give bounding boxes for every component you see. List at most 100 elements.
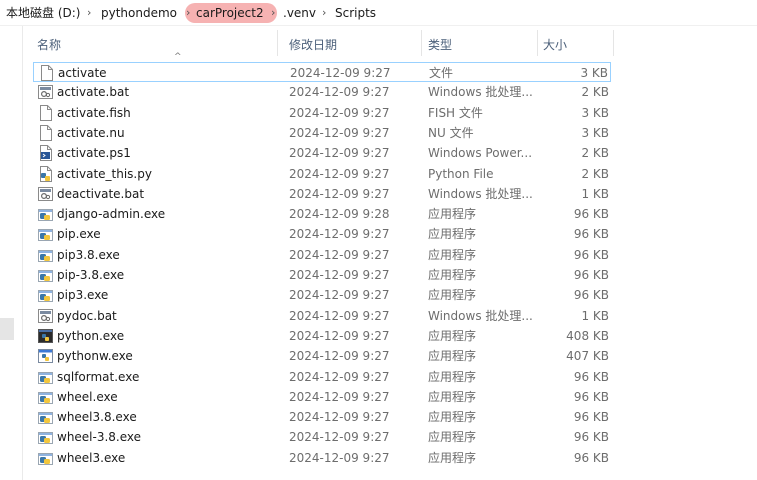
breadcrumb-separator-icon[interactable]: › — [271, 5, 275, 21]
file-row[interactable]: activate.ps1 2024-12-09 9:27 Windows Power… — [33, 143, 611, 163]
file-size: 96 KB — [573, 389, 609, 404]
file-type: 应用程序 — [428, 430, 477, 445]
python-exe-icon — [38, 247, 53, 263]
file-date: 2024-12-09 9:27 — [289, 247, 390, 262]
file-row[interactable]: activate.fish 2024-12-09 9:27 FISH 文件 3 KB — [33, 103, 611, 123]
file-type: 应用程序 — [428, 328, 477, 343]
breadcrumb-separator-icon[interactable]: › — [186, 5, 190, 21]
breadcrumb-item-drive[interactable]: 本地磁盘 (D:) — [6, 5, 80, 21]
file-type: 应用程序 — [428, 288, 477, 303]
breadcrumb-item-carproject2[interactable]: carProject2 — [196, 5, 264, 21]
column-date[interactable]: 修改日期 — [289, 37, 337, 53]
file-type: 应用程序 — [428, 227, 477, 242]
file-name: pip3.8.exe — [57, 247, 120, 262]
file-row[interactable]: django-admin.exe 2024-12-09 9:28 应用程序 96 KB — [33, 204, 611, 224]
column-divider[interactable] — [277, 30, 278, 56]
breadcrumb-item-scripts[interactable]: Scripts — [335, 5, 376, 21]
file-row[interactable]: pip3.8.exe 2024-12-09 9:27 应用程序 96 KB — [33, 245, 611, 265]
file-size: 3 KB — [581, 125, 609, 140]
file-date: 2024-12-09 9:27 — [289, 389, 390, 404]
batch-file-icon — [38, 308, 53, 324]
blank-file-icon — [38, 124, 53, 141]
file-date: 2024-12-09 9:27 — [289, 308, 390, 323]
file-row[interactable]: activate.nu 2024-12-09 9:27 NU 文件 3 KB — [33, 123, 611, 143]
file-row[interactable]: pip3.exe 2024-12-09 9:27 应用程序 96 KB — [33, 285, 611, 305]
file-date: 2024-12-09 9:27 — [289, 349, 390, 364]
file-row[interactable]: pip.exe 2024-12-09 9:27 应用程序 96 KB — [33, 224, 611, 244]
file-row[interactable]: wheel3.exe 2024-12-09 9:27 应用程序 96 KB — [33, 448, 611, 468]
file-date: 2024-12-09 9:27 — [289, 105, 390, 120]
address-bar[interactable]: 本地磁盘 (D:) › pythondemo › carProject2 › .… — [0, 0, 757, 26]
column-divider[interactable] — [537, 30, 538, 56]
file-name: pydoc.bat — [57, 308, 117, 323]
file-row[interactable]: python.exe 2024-12-09 9:27 应用程序 408 KB — [33, 326, 611, 346]
file-type: 文件 — [429, 66, 454, 80]
file-name: pip.exe — [57, 227, 101, 242]
file-size: 96 KB — [573, 288, 609, 303]
file-name: wheel3.8.exe — [57, 410, 137, 425]
column-size[interactable]: 大小 — [543, 37, 567, 53]
file-date: 2024-12-09 9:27 — [289, 450, 390, 465]
python-file-icon — [38, 165, 53, 182]
file-date: 2024-12-09 9:27 — [289, 369, 390, 384]
file-type: 应用程序 — [428, 450, 477, 465]
blank-file-icon — [38, 104, 53, 121]
file-date: 2024-12-09 9:27 — [289, 328, 390, 343]
file-row[interactable]: activate 2024-12-09 9:27 文件 3 KB — [33, 62, 611, 82]
file-row[interactable]: pip-3.8.exe 2024-12-09 9:27 应用程序 96 KB — [33, 265, 611, 285]
file-row[interactable]: wheel3.8.exe 2024-12-09 9:27 应用程序 96 KB — [33, 407, 611, 427]
file-date: 2024-12-09 9:27 — [289, 430, 390, 445]
file-row[interactable]: wheel.exe 2024-12-09 9:27 应用程序 96 KB — [33, 387, 611, 407]
file-type: Windows 批处理... — [428, 186, 533, 201]
nav-selected-item[interactable] — [0, 318, 14, 340]
file-size: 408 KB — [566, 328, 609, 343]
file-date: 2024-12-09 9:27 — [289, 410, 390, 425]
file-type: 应用程序 — [428, 247, 477, 262]
file-type: Windows Power... — [428, 146, 533, 161]
python-exe-icon — [38, 389, 53, 405]
breadcrumb-separator-icon[interactable]: › — [87, 5, 91, 21]
breadcrumb-item-venv[interactable]: .venv — [283, 5, 316, 21]
file-size: 96 KB — [573, 369, 609, 384]
file-size: 96 KB — [573, 268, 609, 282]
navigation-pane[interactable] — [0, 26, 22, 480]
file-row[interactable]: activate_this.py 2024-12-09 9:27 Python Fi… — [33, 164, 611, 184]
breadcrumb-item-pythondemo[interactable]: pythondemo — [101, 5, 177, 21]
column-divider[interactable] — [613, 30, 614, 56]
column-type[interactable]: 类型 — [428, 37, 452, 53]
file-name: python.exe — [57, 328, 125, 343]
breadcrumb-separator-icon[interactable]: › — [322, 5, 326, 21]
file-name: activate.bat — [57, 85, 130, 100]
python-exe-icon — [38, 429, 53, 445]
powershell-file-icon — [38, 145, 53, 162]
file-size: 3 KB — [581, 105, 609, 120]
file-row[interactable]: deactivate.bat 2024-12-09 9:27 Windows 批处理… — [33, 184, 611, 204]
file-name: sqlformat.exe — [57, 369, 140, 384]
python-exe-icon — [38, 267, 53, 283]
file-name: wheel-3.8.exe — [57, 430, 142, 445]
file-size: 96 KB — [573, 430, 609, 445]
file-date: 2024-12-09 9:27 — [289, 288, 390, 303]
column-name[interactable]: 名称 — [37, 37, 61, 53]
file-type: FISH 文件 — [428, 105, 483, 120]
file-row[interactable]: sqlformat.exe 2024-12-09 9:27 应用程序 96 KB — [33, 367, 611, 387]
file-row[interactable]: wheel-3.8.exe 2024-12-09 9:27 应用程序 96 KB — [33, 427, 611, 447]
python-exe-icon — [38, 206, 53, 222]
python-exe-icon — [38, 409, 53, 425]
pane-divider[interactable] — [22, 26, 23, 480]
file-name: pythonw.exe — [57, 349, 133, 364]
file-row[interactable]: pythonw.exe 2024-12-09 9:27 应用程序 407 KB — [33, 346, 611, 366]
file-row[interactable]: pydoc.bat 2024-12-09 9:27 Windows 批处理... 1 … — [33, 306, 611, 326]
file-name: wheel.exe — [57, 389, 118, 404]
file-row[interactable]: activate.bat 2024-12-09 9:27 Windows 批处理..… — [33, 82, 611, 102]
file-size: 2 KB — [581, 166, 609, 181]
column-divider[interactable] — [421, 30, 422, 56]
file-type: Python File — [428, 166, 494, 181]
python-exe-icon — [38, 226, 53, 242]
file-type: 应用程序 — [428, 349, 477, 364]
file-name: django-admin.exe — [57, 207, 166, 222]
file-name: activate.ps1 — [57, 146, 131, 161]
file-name: deactivate.bat — [57, 186, 145, 201]
python-exe-icon — [38, 369, 53, 385]
file-date: 2024-12-09 9:28 — [289, 207, 390, 222]
